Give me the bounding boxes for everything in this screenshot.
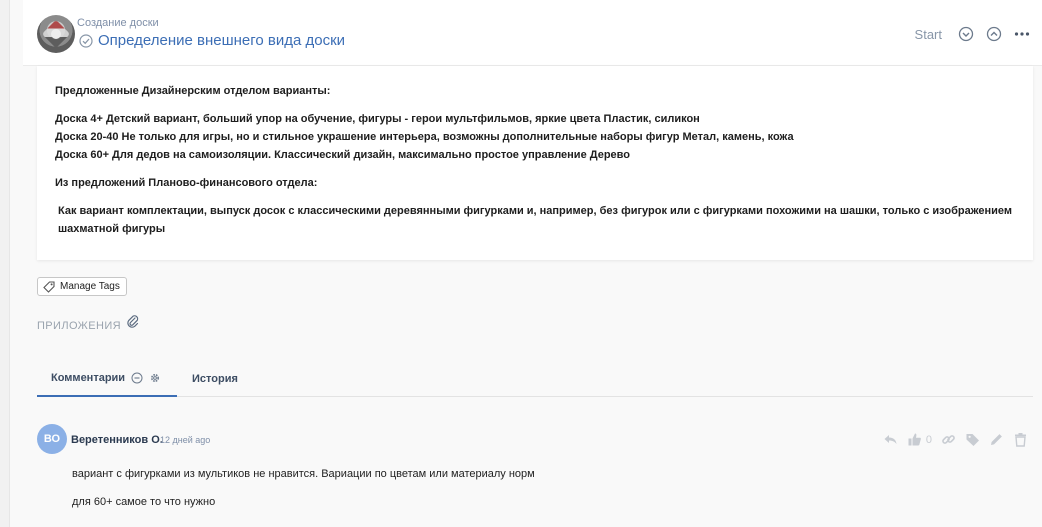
description-paragraph: Как вариант комплектации, выпуск досок с… [58, 205, 1013, 235]
comment-text: для 60+ самое то что нужно [72, 496, 216, 508]
manage-tags-button[interactable]: Manage Tags [37, 277, 127, 296]
description-line: Доска 20-40 Не только для игры, но и сти… [55, 131, 794, 143]
check-circle-icon[interactable] [79, 33, 93, 48]
tab-comments[interactable]: Комментарии [37, 360, 177, 397]
commenter-avatar[interactable]: ВО [37, 424, 67, 454]
reply-icon[interactable] [883, 432, 898, 447]
chevron-down-circle-icon[interactable] [958, 26, 974, 42]
header-actions: Start [915, 26, 1030, 42]
chevron-up-circle-icon[interactable] [986, 26, 1002, 42]
comment-author[interactable]: Веретенников О. [71, 434, 163, 446]
task-header: Создание доски Определение внешнего вида… [23, 0, 1042, 66]
tab-history-label: История [192, 372, 238, 385]
left-panel-edge [0, 0, 10, 527]
attachments-heading: ПРИЛОЖЕНИЯ [37, 320, 121, 332]
description-heading: Предложенные Дизайнерским отделом вариан… [55, 85, 331, 97]
more-options-icon[interactable] [1014, 26, 1030, 42]
tag-icon [43, 281, 55, 293]
description-line: Доска 60+ Для дедов на самоизоляции. Кла… [55, 149, 631, 161]
gear-icon[interactable] [149, 372, 161, 384]
like-count: 0 [925, 433, 932, 446]
manage-tags-label: Manage Tags [60, 281, 120, 292]
task-description: Предложенные Дизайнерским отделом вариан… [37, 66, 1033, 260]
comment-timestamp: 12 дней ago [160, 435, 211, 445]
title-row: Определение внешнего вида доски [79, 32, 345, 49]
paperclip-icon[interactable] [126, 314, 140, 330]
description-line: Доска 4+ Детский вариант, больший упор н… [55, 113, 700, 125]
link-icon[interactable] [941, 432, 956, 447]
like-icon[interactable] [907, 432, 922, 447]
edit-pencil-icon[interactable] [989, 432, 1004, 447]
comment-text: вариант с фигурками из мультиков не нрав… [72, 468, 535, 480]
tag-icon[interactable] [965, 432, 980, 447]
activity-tabs: Комментарии История [37, 360, 1033, 397]
comment-actions: 0 [883, 432, 1028, 447]
project-avatar[interactable] [37, 15, 75, 53]
description-heading: Из предложений Планово-финансового отдел… [55, 177, 318, 189]
breadcrumb[interactable]: Создание доски [77, 17, 159, 29]
tab-history[interactable]: История [192, 360, 238, 397]
trash-icon[interactable] [1013, 432, 1028, 447]
tab-comments-label: Комментарии [51, 371, 126, 384]
page-title[interactable]: Определение внешнего вида доски [98, 32, 345, 49]
start-button[interactable]: Start [915, 27, 942, 42]
sort-circle-icon[interactable] [131, 372, 143, 384]
